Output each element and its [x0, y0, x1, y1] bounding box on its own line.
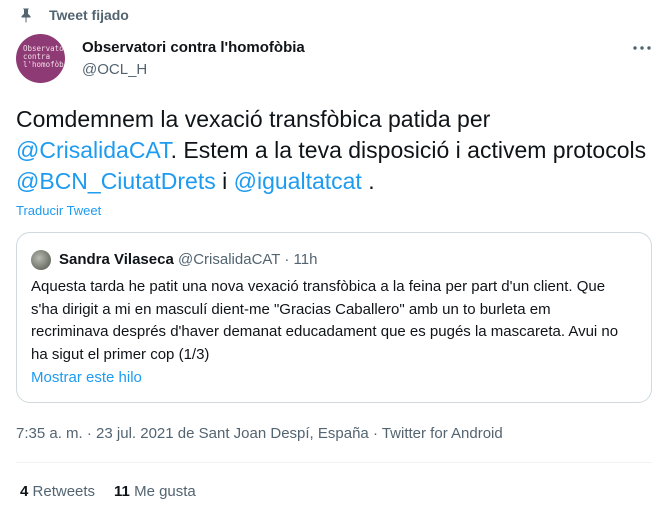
tweet-location[interactable]: Sant Joan Despí, España	[199, 425, 369, 442]
quoted-author-handle: @CrisalidaCAT	[177, 251, 281, 268]
likes-stat[interactable]: 11 Me gusta	[114, 483, 196, 500]
translate-tweet-link[interactable]: Traducir Tweet	[16, 203, 101, 218]
retweets-label: Retweets	[32, 483, 96, 500]
more-horizontal-icon	[633, 46, 651, 50]
mention-link[interactable]: @CrisalidaCAT	[16, 137, 171, 163]
show-thread-link[interactable]: Mostrar este hilo	[31, 369, 142, 386]
retweets-stat[interactable]: 4 Retweets	[20, 483, 95, 500]
likes-count: 11	[114, 483, 130, 500]
tweet-metadata: 7:35 a. m. · 23 jul. 2021 de Sant Joan D…	[16, 425, 503, 442]
retweets-count: 4	[20, 483, 29, 500]
meta-separator: ·	[280, 251, 294, 268]
author-avatar[interactable]: Observatori contra l'homofòbia	[16, 34, 65, 83]
author-handle[interactable]: @OCL_H	[82, 61, 147, 78]
meta-separator: ·	[82, 425, 97, 442]
meta-separator: ·	[368, 425, 382, 442]
pin-icon	[18, 7, 34, 23]
quoted-tweet-time: 11h	[293, 251, 318, 268]
pinned-indicator: Tweet fijado	[18, 5, 129, 25]
tweet-date[interactable]: 23 jul. 2021	[96, 425, 174, 442]
engagement-stats: 4 Retweets 11 Me gusta	[20, 483, 215, 500]
more-options-button[interactable]	[628, 38, 656, 58]
quoted-tweet-text: Aquesta tarda he patit una nova vexació …	[31, 278, 619, 363]
quoted-author-avatar	[31, 250, 51, 270]
tweet-text-segment: i	[215, 168, 234, 194]
quoted-tweet-card[interactable]: Sandra Vilaseca @CrisalidaCAT · 11h Aque…	[16, 232, 652, 403]
divider	[16, 462, 652, 463]
tweet-source[interactable]: Twitter for Android	[382, 425, 503, 442]
mention-link[interactable]: @BCN_CiutatDrets	[16, 168, 216, 194]
tweet-text: Comdemnem la vexació transfòbica patida …	[16, 104, 656, 197]
tweet-text-segment: Comdemnem la vexació transfòbica patida …	[16, 106, 491, 132]
tweet-time[interactable]: 7:35 a. m.	[16, 425, 83, 442]
avatar-logo-text: Observatori contra l'homofòbia	[23, 44, 65, 69]
tweet-text-segment: . Estem a la teva disposició i activem p…	[170, 137, 647, 163]
pinned-label: Tweet fijado	[49, 7, 129, 23]
tweet-text-segment: .	[361, 168, 375, 194]
likes-label: Me gusta	[134, 483, 196, 500]
quoted-author-name: Sandra Vilaseca	[59, 251, 174, 268]
location-prefix: de	[173, 425, 199, 442]
quoted-tweet-header: Sandra Vilaseca @CrisalidaCAT · 11h	[59, 251, 317, 268]
author-name[interactable]: Observatori contra l'homofòbia	[82, 39, 305, 56]
mention-link[interactable]: @igualtatcat	[234, 168, 362, 194]
